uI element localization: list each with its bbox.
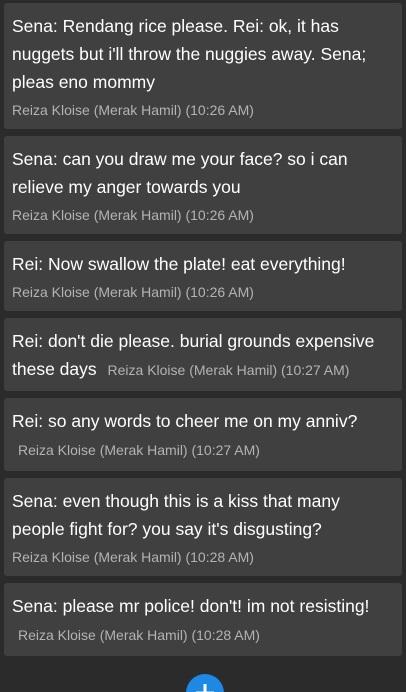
- message-text: Sena: even though this is a kiss that ma…: [12, 491, 340, 539]
- message-card[interactable]: Rei: don't die please. burial grounds ex…: [4, 318, 402, 391]
- message-meta: Reiza Kloise (Merak Hamil) (10:26 AM): [12, 284, 254, 300]
- message-card[interactable]: Sena: please mr police! don't! im not re…: [4, 583, 402, 656]
- message-meta: Reiza Kloise (Merak Hamil) (10:26 AM): [12, 207, 254, 223]
- message-card[interactable]: Sena: can you draw me your face? so i ca…: [4, 136, 402, 234]
- message-card[interactable]: Sena: Rendang rice please. Rei: ok, it h…: [4, 3, 402, 129]
- message-card[interactable]: Rei: so any words to cheer me on my anni…: [4, 398, 402, 471]
- message-text: Sena: can you draw me your face? so i ca…: [12, 149, 348, 197]
- message-meta: Reiza Kloise (Merak Hamil) (10:27 AM): [107, 362, 350, 378]
- message-card[interactable]: Sena: even though this is a kiss that ma…: [4, 478, 402, 576]
- plus-icon: [196, 684, 214, 692]
- message-card[interactable]: Rei: Now swallow the plate! eat everythi…: [4, 241, 402, 311]
- message-meta: Reiza Kloise (Merak Hamil) (10:27 AM): [18, 442, 260, 458]
- message-meta: Reiza Kloise (Merak Hamil) (10:26 AM): [12, 102, 254, 118]
- add-message-button[interactable]: [186, 674, 224, 692]
- message-text: Sena: Rendang rice please. Rei: ok, it h…: [12, 16, 367, 92]
- message-feed[interactable]: Sena: Rendang rice please. Rei: ok, it h…: [0, 0, 406, 692]
- message-text: Rei: so any words to cheer me on my anni…: [12, 411, 358, 431]
- message-meta: Reiza Kloise (Merak Hamil) (10:28 AM): [18, 627, 260, 643]
- message-text: Sena: please mr police! don't! im not re…: [12, 596, 370, 616]
- message-text: Rei: Now swallow the plate! eat everythi…: [12, 254, 346, 274]
- message-meta: Reiza Kloise (Merak Hamil) (10:28 AM): [12, 549, 254, 565]
